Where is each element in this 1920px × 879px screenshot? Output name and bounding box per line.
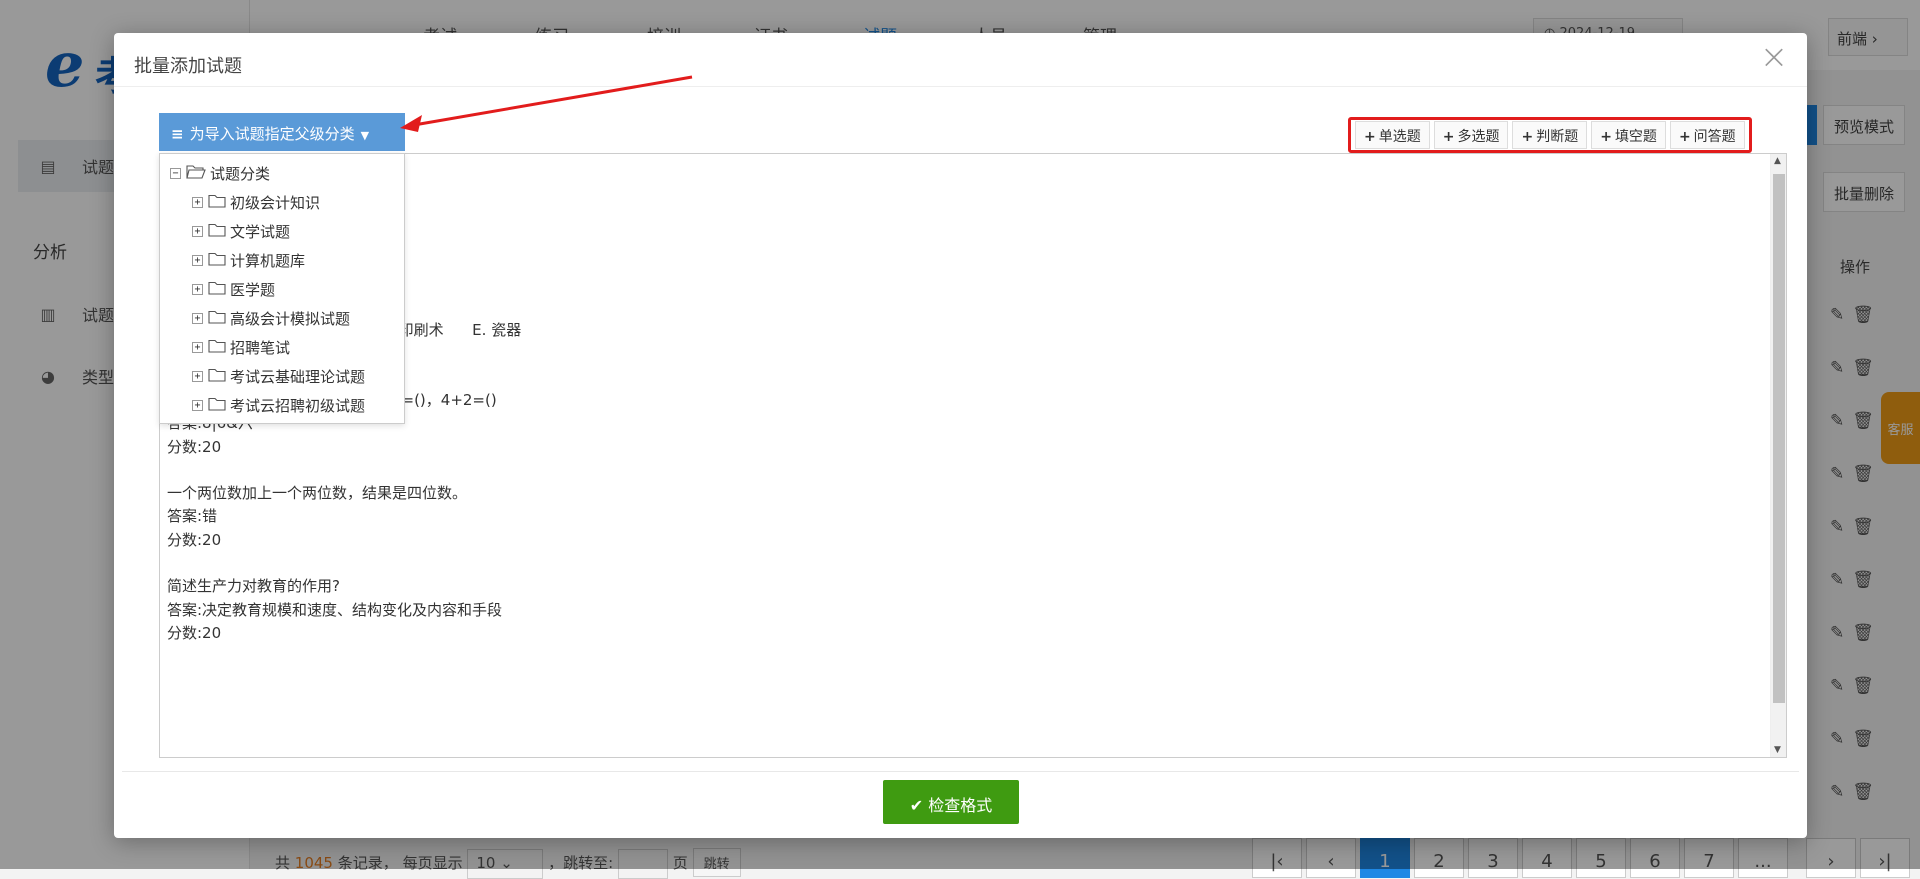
folder-icon [208, 223, 226, 241]
batch-add-questions-modal: 批量添加试题 × +单选题 +多选题 +判断题 +填空题 +问答题 驶机动车? … [114, 33, 1807, 838]
add-true-false-button[interactable]: + 判断题 [1512, 121, 1588, 149]
folder-open-icon [186, 164, 206, 183]
folder-icon [208, 339, 226, 357]
plus-icon: + [1364, 129, 1376, 145]
close-icon[interactable]: × [1759, 40, 1789, 74]
modal-title: 批量添加试题 [134, 56, 242, 77]
expand-icon[interactable]: + [192, 284, 203, 295]
tree-node[interactable]: + 初级会计知识 [160, 188, 404, 217]
plus-icon: + [1521, 129, 1534, 145]
add-essay-button[interactable]: + 问答题 [1669, 121, 1745, 149]
caret-down-icon: ▼ [360, 129, 370, 142]
add-single-choice-button[interactable]: + 单选题 [1355, 121, 1430, 149]
dropdown-label: 为导入试题指定父级分类 [189, 125, 355, 143]
plus-icon: + [1600, 129, 1612, 145]
list-icon: ≡ [171, 125, 184, 143]
scrollbar-thumb[interactable] [1773, 174, 1785, 703]
expand-icon[interactable]: + [192, 342, 203, 353]
parent-category-dropdown-button[interactable]: ≡ 为导入试题指定父级分类 ▼ [159, 113, 405, 151]
question-type-toolbar: + 单选题 + 多选题 + 判断题 + 填空题 + 问答题 [1348, 117, 1752, 153]
tree-node-label: 医学题 [230, 281, 276, 299]
tree-node-label: 考试云招聘初级试题 [230, 397, 366, 415]
folder-icon [208, 368, 226, 386]
expand-icon[interactable]: + [192, 255, 203, 266]
editor-line: 分数:20 [167, 437, 222, 456]
collapse-icon[interactable]: − [170, 168, 181, 179]
tree-node[interactable]: + 高级会计模拟试题 [160, 304, 404, 333]
expand-icon[interactable]: + [192, 226, 203, 237]
add-fill-blank-button[interactable]: + 填空题 [1591, 121, 1666, 149]
tree-node-label: 招聘笔试 [230, 339, 291, 357]
button-label: 检查格式 [928, 796, 993, 815]
tree-node-label: 高级会计模拟试题 [230, 310, 351, 328]
expand-icon[interactable]: + [192, 400, 203, 411]
editor-line: 分数:20 [167, 530, 222, 549]
scroll-down-icon[interactable]: ▼ [1774, 745, 1781, 755]
modal-header: 批量添加试题 × [114, 33, 1807, 87]
tree-node-label: 计算机题库 [230, 252, 306, 270]
folder-icon [208, 194, 226, 212]
plus-icon: + [1678, 129, 1691, 145]
tree-node-label: 初级会计知识 [230, 194, 321, 212]
tree-node-label: 文学试题 [230, 223, 291, 241]
button-label: 判断题 [1536, 129, 1579, 145]
button-label: 多选题 [1457, 129, 1500, 145]
expand-icon[interactable]: + [192, 313, 203, 324]
folder-icon [208, 281, 226, 299]
tree-node[interactable]: + 考试云基础理论试题 [160, 362, 404, 391]
tree-node-label: 试题分类 [210, 165, 271, 183]
expand-icon[interactable]: + [192, 371, 203, 382]
folder-icon [208, 397, 226, 415]
button-label: 单选题 [1378, 129, 1421, 145]
folder-icon [208, 310, 226, 328]
folder-icon [208, 252, 226, 270]
footer-divider [122, 771, 1799, 772]
tree-node-root[interactable]: − 试题分类 [160, 159, 404, 188]
check-format-button[interactable]: ✔ 检查格式 [883, 780, 1019, 824]
plus-icon: + [1442, 129, 1455, 145]
editor-scrollbar[interactable]: ▲ ▼ [1770, 154, 1786, 757]
tree-node[interactable]: + 医学题 [160, 275, 404, 304]
category-tree-dropdown: − 试题分类 + 初级会计知识 + 文学试题 + 计算机题库 + 医学题 + 高级会计模拟试题 + 招… [159, 153, 405, 424]
expand-icon[interactable]: + [192, 197, 203, 208]
add-multiple-choice-button[interactable]: + 多选题 [1433, 121, 1509, 149]
editor-line: 答案:错 [167, 507, 218, 526]
tree-node[interactable]: + 文学试题 [160, 217, 404, 246]
scroll-up-icon[interactable]: ▲ [1774, 156, 1781, 166]
editor-line: 一个两位数加上一个两位数，结果是四位数。 [167, 484, 468, 503]
editor-line: 简述生产力对教育的作用? [167, 577, 340, 596]
button-label: 问答题 [1693, 129, 1736, 145]
tree-node[interactable]: + 考试云招聘初级试题 [160, 391, 404, 420]
tree-node[interactable]: + 计算机题库 [160, 246, 404, 275]
tree-node-label: 考试云基础理论试题 [230, 368, 366, 386]
editor-line: 答案:决定教育规模和速度、结构变化及内容和手段 [167, 600, 503, 619]
editor-line: 分数:20 [167, 623, 222, 642]
tree-node[interactable]: + 招聘笔试 [160, 333, 404, 362]
button-label: 填空题 [1614, 129, 1657, 145]
